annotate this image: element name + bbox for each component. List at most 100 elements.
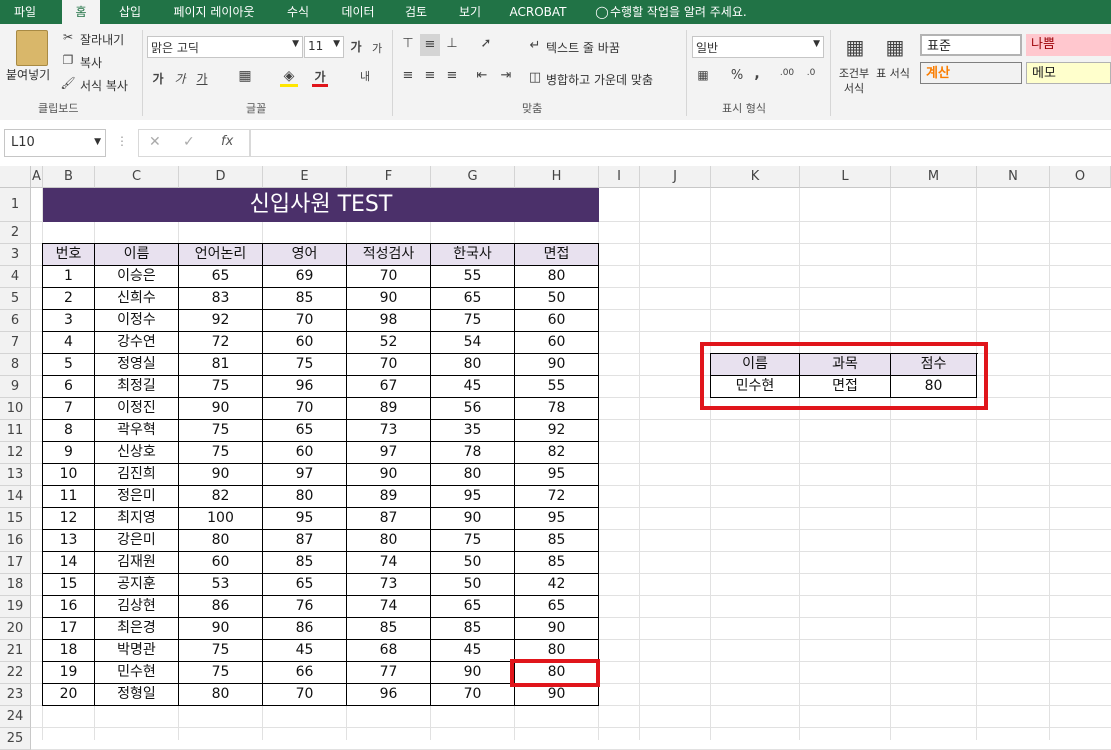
table-cell[interactable]: 89 (347, 486, 431, 508)
fill-color-icon[interactable]: ◈ (280, 68, 298, 84)
table-cell[interactable]: 75 (263, 354, 347, 376)
table-cell[interactable]: 90 (179, 618, 263, 640)
currency-icon[interactable]: ▦ (694, 68, 712, 82)
table-header-cell[interactable]: 한국사 (431, 244, 515, 266)
increase-font-icon[interactable]: 가 (348, 38, 364, 55)
table-cell[interactable]: 60 (263, 332, 347, 354)
table-cell[interactable]: 54 (431, 332, 515, 354)
row-header[interactable]: 3 (0, 244, 31, 266)
column-header[interactable]: G (431, 166, 515, 188)
comma-icon[interactable]: , (752, 66, 762, 82)
row-header[interactable]: 17 (0, 552, 31, 574)
table-cell[interactable]: 80 (515, 266, 599, 288)
table-cell[interactable]: 76 (263, 596, 347, 618)
table-cell[interactable]: 95 (515, 508, 599, 530)
table-cell[interactable]: 52 (347, 332, 431, 354)
table-cell[interactable]: 이승은 (95, 266, 179, 288)
row-header[interactable]: 4 (0, 266, 31, 288)
table-cell[interactable]: 11 (43, 486, 95, 508)
table-cell[interactable]: 87 (263, 530, 347, 552)
table-cell[interactable]: 65 (515, 596, 599, 618)
table-cell[interactable]: 55 (515, 376, 599, 398)
align-top-icon[interactable]: ⊤ (400, 36, 416, 51)
table-cell[interactable]: 75 (431, 310, 515, 332)
paste-icon[interactable] (16, 30, 48, 66)
row-header[interactable]: 11 (0, 420, 31, 442)
table-cell[interactable]: 55 (431, 266, 515, 288)
row-header[interactable]: 16 (0, 530, 31, 552)
table-cell[interactable]: 83 (179, 288, 263, 310)
column-header[interactable]: L (800, 166, 891, 188)
table-cell[interactable]: 85 (263, 288, 347, 310)
row-header[interactable]: 12 (0, 442, 31, 464)
table-cell[interactable]: 78 (431, 442, 515, 464)
table-cell[interactable]: 72 (515, 486, 599, 508)
row-header[interactable]: 20 (0, 618, 31, 640)
table-cell[interactable]: 70 (263, 398, 347, 420)
table-header-cell[interactable]: 면접 (515, 244, 599, 266)
copy-button[interactable]: 복사 (80, 54, 102, 71)
table-cell[interactable]: 1 (43, 266, 95, 288)
table-cell[interactable]: 86 (179, 596, 263, 618)
table-cell[interactable]: 공지훈 (95, 574, 179, 596)
row-header[interactable]: 24 (0, 706, 31, 728)
row-header[interactable]: 10 (0, 398, 31, 420)
table-cell[interactable]: 72 (179, 332, 263, 354)
table-cell[interactable]: 19 (43, 662, 95, 684)
table-cell[interactable]: 김진희 (95, 464, 179, 486)
table-cell[interactable]: 98 (347, 310, 431, 332)
table-cell[interactable]: 85 (431, 618, 515, 640)
row-header[interactable]: 18 (0, 574, 31, 596)
table-cell[interactable]: 90 (515, 354, 599, 376)
table-cell[interactable]: 90 (431, 508, 515, 530)
table-cell[interactable]: 17 (43, 618, 95, 640)
table-cell[interactable]: 92 (179, 310, 263, 332)
format-painter-button[interactable]: 서식 복사 (80, 77, 128, 94)
align-center-icon[interactable]: ≡ (422, 68, 438, 83)
row-header[interactable]: 25 (0, 728, 31, 750)
decrease-indent-icon[interactable]: ⇤ (474, 68, 490, 83)
table-cell[interactable]: 75 (179, 662, 263, 684)
table-cell[interactable]: 5 (43, 354, 95, 376)
table-header-cell[interactable]: 영어 (263, 244, 347, 266)
table-cell[interactable]: 6 (43, 376, 95, 398)
font-color-icon[interactable]: 가 (312, 68, 328, 85)
table-cell[interactable]: 75 (179, 376, 263, 398)
align-bottom-icon[interactable]: ⊥ (444, 36, 460, 51)
table-cell[interactable]: 75 (179, 442, 263, 464)
tab-file[interactable]: 파일 (8, 0, 42, 24)
table-cell[interactable]: 68 (347, 640, 431, 662)
table-cell[interactable]: 90 (347, 464, 431, 486)
wrap-text-button[interactable]: 텍스트 줄 바꿈 (546, 39, 620, 56)
table-cell[interactable]: 80 (179, 530, 263, 552)
phonetic-guide-icon[interactable]: 내 (356, 68, 374, 84)
name-box[interactable]: L10 ▼ (4, 129, 106, 157)
row-header[interactable]: 13 (0, 464, 31, 486)
table-cell[interactable]: 42 (515, 574, 599, 596)
table-cell[interactable]: 96 (263, 376, 347, 398)
italic-icon[interactable]: 가 (172, 70, 188, 87)
table-cell[interactable]: 95 (431, 486, 515, 508)
table-cell[interactable]: 신희수 (95, 288, 179, 310)
table-cell[interactable]: 정형일 (95, 684, 179, 706)
table-cell[interactable]: 90 (179, 398, 263, 420)
table-cell[interactable]: 박명관 (95, 640, 179, 662)
column-header[interactable]: O (1050, 166, 1111, 188)
style-calculation[interactable]: 계산 (920, 62, 1022, 84)
table-header-cell[interactable]: 번호 (43, 244, 95, 266)
tab-acrobat[interactable]: ACROBAT (504, 0, 572, 24)
table-cell[interactable]: 김상현 (95, 596, 179, 618)
column-header[interactable]: C (95, 166, 179, 188)
table-cell[interactable]: 김재원 (95, 552, 179, 574)
merge-center-button[interactable]: 병합하고 가운데 맞춤 (546, 71, 653, 88)
column-header[interactable]: H (515, 166, 599, 188)
table-cell[interactable]: 74 (347, 596, 431, 618)
align-left-icon[interactable]: ≡ (400, 68, 416, 83)
font-name-select[interactable]: 맑은 고딕 ▼ (147, 36, 303, 58)
tell-me-search[interactable]: 수행할 작업을 알려 주세요. (610, 0, 760, 24)
tab-formulas[interactable]: 수식 (280, 0, 316, 24)
table-cell[interactable]: 92 (515, 420, 599, 442)
table-cell[interactable]: 82 (515, 442, 599, 464)
table-cell[interactable]: 82 (179, 486, 263, 508)
tab-insert[interactable]: 삽입 (110, 0, 150, 24)
